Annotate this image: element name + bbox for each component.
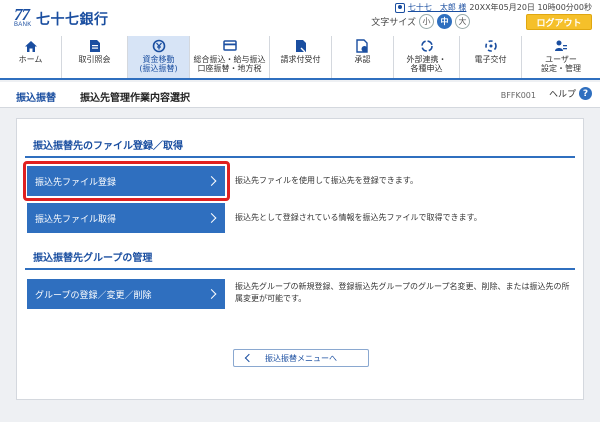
logo-mark: 77 BANK [14, 5, 34, 32]
login-datetime: 20XX年05月20日 10時00分00秒 [469, 3, 592, 12]
nav-item-electronic-delivery[interactable]: 電子交付 [460, 36, 522, 78]
font-size-label: 文字サイズ [371, 18, 416, 28]
user-name-link[interactable]: 七十七 太郎 様 [408, 2, 467, 13]
button-label: 振込先ファイル取得 [35, 214, 117, 225]
bank-name: 七十七銀行 [36, 12, 109, 28]
screen-code: BFFK001 [500, 91, 536, 100]
help-link[interactable]: ヘルプ ? [549, 87, 592, 100]
section-title: 振込振替 [16, 93, 56, 104]
nav-label: 資金移動 (振込振替) [139, 55, 178, 73]
button-label: 振込振替メニューへ [265, 353, 337, 363]
font-size-small-button[interactable]: 小 [419, 14, 434, 29]
highlight-frame [23, 161, 230, 201]
nav-item-approval[interactable]: 承認 [332, 36, 394, 78]
user-settings-icon [553, 39, 569, 53]
global-nav: ホーム 取引照会 資金移動 (振込振替) 総合振込・給与振込 口座振替・地方税 … [0, 36, 600, 80]
font-size-medium-button[interactable]: 中 [437, 14, 452, 29]
chevron-right-icon [206, 213, 217, 223]
page-title-bar: 振込振替 振込先管理作業内容選択 BFFK001 ヘルプ ? [0, 82, 600, 108]
section-heading-group: 振込振替先グループの管理 [25, 249, 575, 270]
nav-label: 外部連携・ 各種申込 [406, 55, 447, 73]
yen-transfer-icon [151, 39, 167, 53]
nav-label: ホーム [18, 55, 43, 64]
nav-label: 総合振込・給与振込 口座振替・地方税 [193, 55, 266, 73]
nav-label: 電子交付 [474, 55, 507, 64]
page-title: 振込先管理作業内容選択 [80, 93, 190, 104]
font-size-selector: 文字サイズ 小 中 大 [371, 14, 470, 29]
content-panel: 振込振替先のファイル登録／取得 振込先ファイル登録 振込先ファイルを使用して振込… [16, 118, 584, 400]
bank-logo[interactable]: 77 BANK 七十七銀行 [14, 5, 109, 32]
nav-item-fund-transfer[interactable]: 資金移動 (振込振替) [128, 36, 190, 78]
button-label: グループの登録／変更／削除 [35, 290, 152, 301]
logout-button[interactable]: ログアウト [526, 14, 592, 30]
help-icon: ? [579, 87, 592, 100]
logo-bank-text: BANK [14, 22, 32, 28]
home-icon [23, 39, 39, 53]
chevron-right-icon [206, 289, 217, 299]
nav-item-user-settings[interactable]: ユーザー 設定・管理 [522, 36, 600, 78]
nav-item-inquiry[interactable]: 取引照会 [62, 36, 128, 78]
electronic-icon [483, 39, 499, 53]
section-heading-file: 振込振替先のファイル登録／取得 [25, 137, 575, 158]
nav-label: ユーザー 設定・管理 [541, 55, 581, 73]
logo-number: 77 [14, 5, 30, 24]
document-icon [87, 39, 103, 53]
nav-item-external-link[interactable]: 外部連携・ 各種申込 [394, 36, 460, 78]
header: 77 BANK 七十七銀行 七十七 太郎 様 20XX年05月20日 10時00… [0, 0, 600, 36]
nav-item-home[interactable]: ホーム [0, 36, 62, 78]
card-icon [222, 39, 238, 53]
nav-item-bulk-transfer[interactable]: 総合振込・給与振込 口座振替・地方税 [190, 36, 270, 78]
user-icon [394, 2, 405, 13]
register-transfer-file-description: 振込先ファイルを使用して振込先を登録できます。 [235, 176, 418, 185]
group-manage-description: 振込先グループの新規登録、登録振込先グループのグループ名変更、削除、または振込先… [235, 282, 570, 303]
approval-icon [355, 39, 371, 53]
nav-label: 取引照会 [78, 55, 111, 64]
link-icon [419, 39, 435, 53]
back-to-transfer-menu-button[interactable]: 振込振替メニューへ [233, 349, 369, 367]
font-size-large-button[interactable]: 大 [455, 14, 470, 29]
help-label: ヘルプ [548, 90, 576, 100]
nav-item-invoice[interactable]: 請求付受付 [270, 36, 332, 78]
user-info: 七十七 太郎 様 20XX年05月20日 10時00分00秒 [394, 2, 592, 13]
download-transfer-file-description: 振込先として登録されている情報を振込先ファイルで取得できます。 [235, 213, 482, 222]
chevron-left-icon [244, 353, 254, 363]
nav-label: 請求付受付 [280, 55, 321, 64]
group-manage-button[interactable]: グループの登録／変更／削除 [27, 279, 225, 309]
download-transfer-file-button[interactable]: 振込先ファイル取得 [27, 203, 225, 233]
nav-label: 承認 [354, 55, 371, 64]
invoice-icon [293, 39, 309, 53]
